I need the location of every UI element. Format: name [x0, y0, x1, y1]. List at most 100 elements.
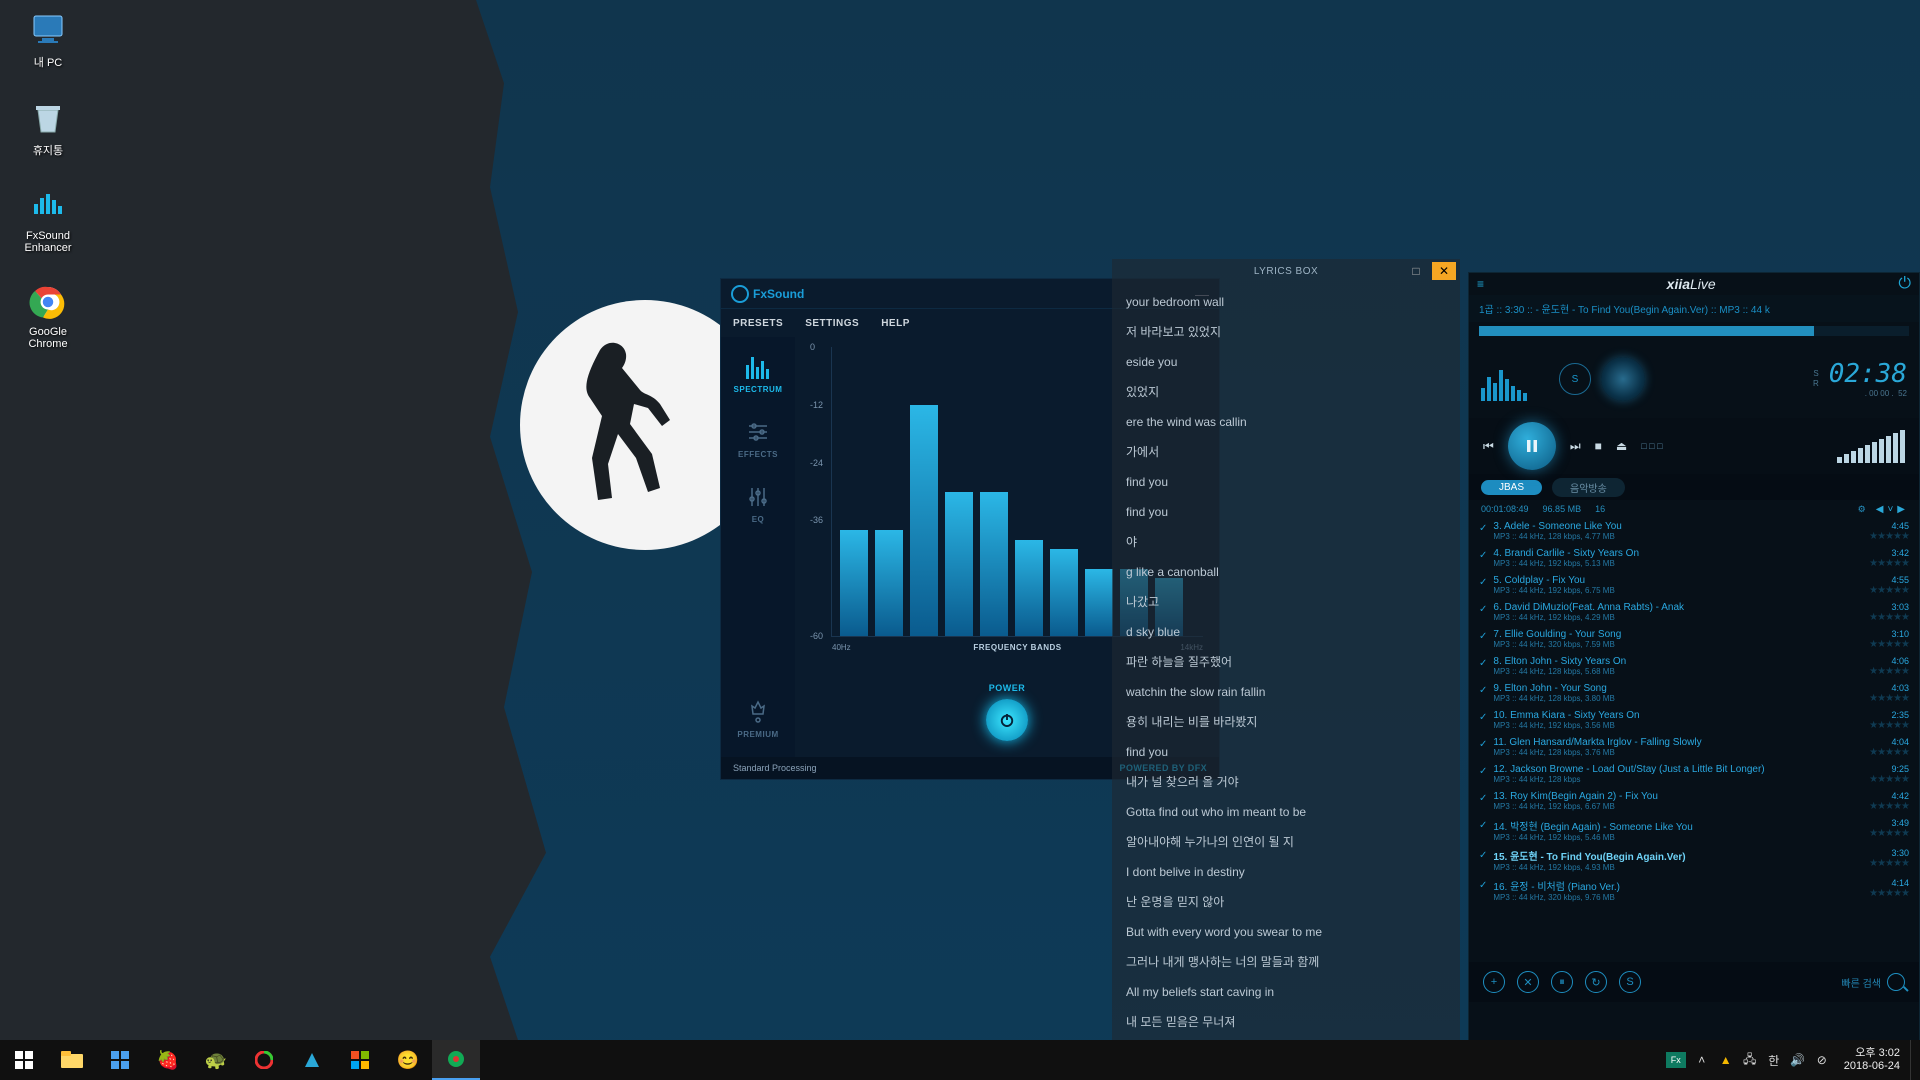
spectrum-bar	[980, 492, 1008, 637]
lyric-line: All my beliefs start caving in	[1126, 977, 1446, 1007]
show-desktop[interactable]	[1910, 1040, 1916, 1080]
hamburger-icon[interactable]: ≡	[1477, 277, 1484, 291]
tray-fx-icon[interactable]: Fx	[1666, 1052, 1686, 1068]
playlist-track[interactable]: ✓10. Emma Kiara - Sixty Years OnMP3 :: 4…	[1479, 707, 1909, 734]
playlist-track[interactable]: ✓4. Brandi Carlile - Sixty Years OnMP3 :…	[1479, 545, 1909, 572]
wallpaper-climber	[555, 330, 675, 510]
presets-menu[interactable]: PRESETS	[733, 318, 783, 329]
playlist-track[interactable]: ✓3. Adele - Someone Like YouMP3 :: 44 kH…	[1479, 518, 1909, 545]
desktop-icon-0[interactable]: 내 PC	[10, 10, 86, 70]
tray-net-icon[interactable]: 🖧	[1738, 1040, 1762, 1080]
playlist-track[interactable]: ✓13. Roy Kim(Begin Again 2) - Fix YouMP3…	[1479, 788, 1909, 815]
next-button[interactable]: ⏭	[1570, 439, 1581, 454]
search-icon[interactable]	[1887, 973, 1905, 991]
spectrum-bar	[1085, 569, 1113, 636]
prev-button[interactable]: ⏮	[1483, 439, 1494, 454]
taskbar-app-active[interactable]	[432, 1040, 480, 1080]
play-pause-button[interactable]	[1508, 422, 1556, 470]
desktop-icon-1[interactable]: 휴지통	[10, 98, 86, 158]
eject-button[interactable]: ⏏	[1616, 439, 1627, 453]
taskbar-app-4[interactable]	[240, 1040, 288, 1080]
tray-warn-icon[interactable]: ▲	[1714, 1040, 1738, 1080]
check-icon: ✓	[1479, 631, 1487, 642]
stop-button[interactable]: ■	[1595, 439, 1602, 453]
tab-music-broadcast[interactable]: 음악방송	[1552, 478, 1625, 497]
tab-premium[interactable]: PREMIUM	[737, 700, 778, 739]
check-icon: ✓	[1479, 880, 1487, 891]
lyrics-window: LYRICS BOX □ ✕ your bedroom wall저 바라보고 있…	[1112, 259, 1460, 1053]
lyric-line: 나갔고	[1126, 587, 1446, 617]
desktop-icon-label: 내 PC	[10, 54, 86, 70]
taskbar-clock[interactable]: 오후 3:022018-06-24	[1834, 1047, 1910, 1073]
taskbar-app-2[interactable]: 🍓	[144, 1040, 192, 1080]
add-button[interactable]: +	[1483, 971, 1505, 993]
lyric-line: 내가 널 찾으러 올 거야	[1126, 767, 1446, 797]
desktop-icon-3[interactable]: GooGle Chrome	[10, 282, 86, 350]
shuffle-button[interactable]: S	[1559, 363, 1591, 395]
check-icon: ✓	[1479, 766, 1487, 777]
now-playing-text: 1곱 :: 3:30 :: - 윤도현 - To Find You(Begin …	[1469, 295, 1919, 322]
taskbar-app-3[interactable]: 🐢	[192, 1040, 240, 1080]
spectrum-bar	[1050, 549, 1078, 636]
gear-icon[interactable]: ⚙	[1858, 504, 1866, 515]
settings-menu[interactable]: SETTINGS	[805, 318, 859, 329]
lyric-line: d sky blue	[1126, 617, 1446, 647]
repeat-button[interactable]: ↻	[1585, 971, 1607, 993]
check-icon: ✓	[1479, 739, 1487, 750]
pause-small-button[interactable]: ⏸	[1551, 971, 1573, 993]
playlist-track[interactable]: ✓14. 박정현 (Begin Again) - Someone Like Yo…	[1479, 815, 1909, 845]
taskbar-explorer[interactable]	[48, 1040, 96, 1080]
tab-eq[interactable]: EQ	[746, 485, 770, 524]
lyric-line: I dont belive in destiny	[1126, 857, 1446, 887]
ctrl-extra[interactable]: □ □ □	[1641, 441, 1662, 451]
lyric-line: 알아내야해 누가나의 인연이 될 지	[1126, 827, 1446, 857]
power-icon[interactable]: ⏻	[1898, 275, 1911, 293]
playlist-track[interactable]: ✓8. Elton John - Sixty Years OnMP3 :: 44…	[1479, 653, 1909, 680]
maximize-button[interactable]: □	[1404, 262, 1428, 280]
check-icon: ✓	[1479, 793, 1487, 804]
start-button[interactable]	[0, 1040, 48, 1080]
playlist-track[interactable]: ✓5. Coldplay - Fix YouMP3 :: 44 kHz, 192…	[1479, 572, 1909, 599]
help-menu[interactable]: HELP	[881, 318, 910, 329]
tab-jbas[interactable]: JBAS	[1481, 480, 1542, 495]
playlist-track[interactable]: ✓9. Elton John - Your SongMP3 :: 44 kHz,…	[1479, 680, 1909, 707]
lyric-line: find you	[1126, 737, 1446, 767]
playlist-track[interactable]: ✓15. 윤도현 - To Find You(Begin Again.Ver)M…	[1479, 845, 1909, 875]
nav-arrows[interactable]: ◀˅▶	[1874, 504, 1907, 515]
playlist-track[interactable]: ✓6. David DiMuzio(Feat. Anna Rabts) - An…	[1479, 599, 1909, 626]
spectrum-bar	[1015, 540, 1043, 636]
playlist-track[interactable]: ✓12. Jackson Browne - Load Out/Stay (Jus…	[1479, 761, 1909, 788]
lyric-line: 저 바라보고 있었지	[1126, 317, 1446, 347]
tray-block-icon[interactable]: ⊘	[1810, 1040, 1834, 1080]
s-button[interactable]: S	[1619, 971, 1641, 993]
close-button[interactable]: ✕	[1432, 262, 1456, 280]
playlist-track[interactable]: ✓11. Glen Hansard/Markta Irglov - Fallin…	[1479, 734, 1909, 761]
playback-time: 02:38	[1829, 359, 1907, 389]
lyrics-title: LYRICS BOX	[1254, 266, 1318, 277]
taskbar-app-6[interactable]	[336, 1040, 384, 1080]
check-icon: ✓	[1479, 550, 1487, 561]
visualizer	[1481, 357, 1549, 401]
progress-bar[interactable]	[1479, 326, 1909, 336]
power-button[interactable]	[986, 699, 1028, 741]
tab-effects[interactable]: EFFECTS	[738, 420, 778, 459]
playlist-track[interactable]: ✓7. Ellie Goulding - Your SongMP3 :: 44 …	[1479, 626, 1909, 653]
lyric-line: 용히 내리는 비를 바라봤지	[1126, 707, 1446, 737]
tab-spectrum[interactable]: SPECTRUM	[734, 355, 783, 394]
remove-button[interactable]: ✕	[1517, 971, 1539, 993]
xiia-logo: xiiaLive	[1667, 276, 1716, 292]
desktop-icon-2[interactable]: FxSound Enhancer	[10, 186, 86, 254]
lyric-line: watchin the slow rain fallin	[1126, 677, 1446, 707]
tray-up-icon[interactable]: ˄	[1690, 1040, 1714, 1080]
taskbar-app-7[interactable]: 😊	[384, 1040, 432, 1080]
tray-vol-icon[interactable]: 🔊	[1786, 1040, 1810, 1080]
playlist-track[interactable]: ✓16. 윤정 - 비처럼 (Piano Ver.)MP3 :: 44 kHz,…	[1479, 875, 1909, 905]
count-status: 16	[1595, 504, 1605, 514]
taskbar-app-5[interactable]	[288, 1040, 336, 1080]
taskbar: 🍓 🐢 😊 Fx ˄ ▲ 🖧 한 🔊 ⊘ 오후 3:022018-06-24	[0, 1040, 1920, 1080]
check-icon: ✓	[1479, 523, 1487, 534]
lyric-line: 가에서	[1126, 437, 1446, 467]
tray-lang-icon[interactable]: 한	[1762, 1040, 1786, 1080]
volume-slider[interactable]	[1837, 430, 1905, 463]
taskbar-app-1[interactable]	[96, 1040, 144, 1080]
